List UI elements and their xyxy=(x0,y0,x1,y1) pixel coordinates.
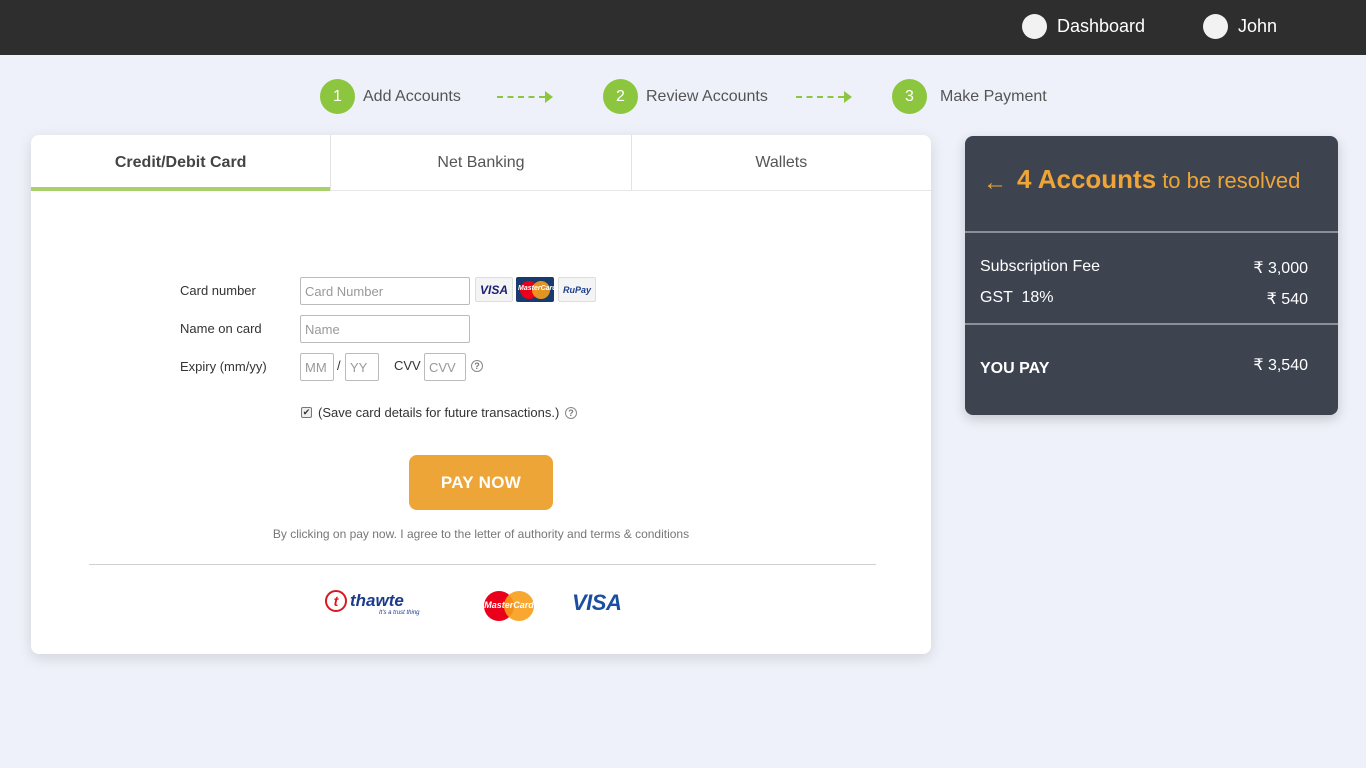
summary-total-row: YOU PAY ₹ 3,540 xyxy=(980,357,1308,378)
summary-divider xyxy=(965,231,1338,233)
nav-user-menu[interactable]: John xyxy=(1203,14,1277,39)
row-label: GST 18% xyxy=(980,289,1054,306)
row-amount: ₹ 540 xyxy=(1266,291,1308,308)
expiry-year-input[interactable] xyxy=(345,353,379,381)
cvv-input[interactable] xyxy=(424,353,466,381)
step-arrow-icon xyxy=(796,91,852,103)
dashboard-icon xyxy=(1022,14,1047,39)
nav-user-name: John xyxy=(1238,16,1278,36)
payment-summary-panel: ← 4 Accounts to be resolved Subscription… xyxy=(965,136,1338,415)
summary-row-subscription: Subscription Fee ₹ 3,000 xyxy=(980,258,1308,278)
save-card-help-icon[interactable]: ? xyxy=(565,407,577,419)
step-arrow-icon xyxy=(497,91,553,103)
total-label: YOU PAY xyxy=(980,360,1050,377)
step-make-payment: 3 Make Payment xyxy=(892,79,1047,114)
step-label: Review Accounts xyxy=(646,87,768,105)
card-number-label: Card number xyxy=(180,283,256,298)
terms-text: By clicking on pay now. I agree to the l… xyxy=(272,527,690,541)
step-review-accounts: 2 Review Accounts xyxy=(603,79,768,114)
card-number-input[interactable] xyxy=(300,277,470,305)
user-avatar-icon xyxy=(1203,14,1228,39)
step-label: Add Accounts xyxy=(363,87,461,105)
step-number-badge: 1 xyxy=(320,79,355,114)
row-amount: ₹ 3,000 xyxy=(1253,260,1308,277)
summary-divider xyxy=(965,323,1338,325)
step-number-badge: 2 xyxy=(603,79,638,114)
row-label: Subscription Fee xyxy=(980,258,1101,275)
expiry-separator: / xyxy=(337,358,341,373)
tab-credit-debit-card[interactable]: Credit/Debit Card xyxy=(31,135,332,191)
expiry-month-input[interactable] xyxy=(300,353,334,381)
summary-heading-text: to be resolved xyxy=(1162,168,1301,193)
tab-wallets[interactable]: Wallets xyxy=(632,135,931,190)
summary-heading: ← 4 Accounts to be resolved xyxy=(983,164,1300,195)
mastercard-logo: MasterCard xyxy=(484,591,534,621)
divider xyxy=(89,564,876,565)
top-navbar: Dashboard John xyxy=(0,0,1366,55)
step-number-badge: 3 xyxy=(892,79,927,114)
nav-dashboard-link[interactable]: Dashboard xyxy=(1022,14,1145,39)
total-amount: ₹ 3,540 xyxy=(1253,357,1308,374)
visa-logo: VISA xyxy=(572,590,622,615)
save-card-checkbox[interactable]: ✔ xyxy=(301,407,312,418)
pay-now-button[interactable]: PAY NOW xyxy=(409,455,553,510)
name-on-card-input[interactable] xyxy=(300,315,470,343)
back-arrow-icon[interactable]: ← xyxy=(983,171,1007,195)
visa-card-icon: VISA xyxy=(475,277,513,302)
mastercard-card-icon: MasterCard xyxy=(516,277,557,302)
expiry-label: Expiry (mm/yy) xyxy=(180,359,267,374)
payment-method-tabs: Credit/Debit Card Net Banking Wallets xyxy=(31,135,931,191)
step-label: Make Payment xyxy=(940,87,1047,105)
cvv-help-icon[interactable]: ? xyxy=(471,360,483,372)
thawte-logo: t thawte It's a trust thing xyxy=(325,590,420,616)
cvv-label: CVV xyxy=(394,358,421,373)
nav-dashboard-label: Dashboard xyxy=(1057,16,1146,36)
tab-net-banking[interactable]: Net Banking xyxy=(331,135,632,190)
step-add-accounts: 1 Add Accounts xyxy=(320,79,461,114)
name-on-card-label: Name on card xyxy=(180,321,262,336)
summary-row-gst: GST 18% ₹ 540 xyxy=(980,289,1308,309)
payment-panel: Credit/Debit Card Net Banking Wallets Ca… xyxy=(31,135,931,654)
rupay-card-icon: RuPay xyxy=(558,277,596,302)
accounts-count: 4 Accounts xyxy=(1017,164,1157,194)
save-card-label: (Save card details for future transactio… xyxy=(318,405,560,420)
